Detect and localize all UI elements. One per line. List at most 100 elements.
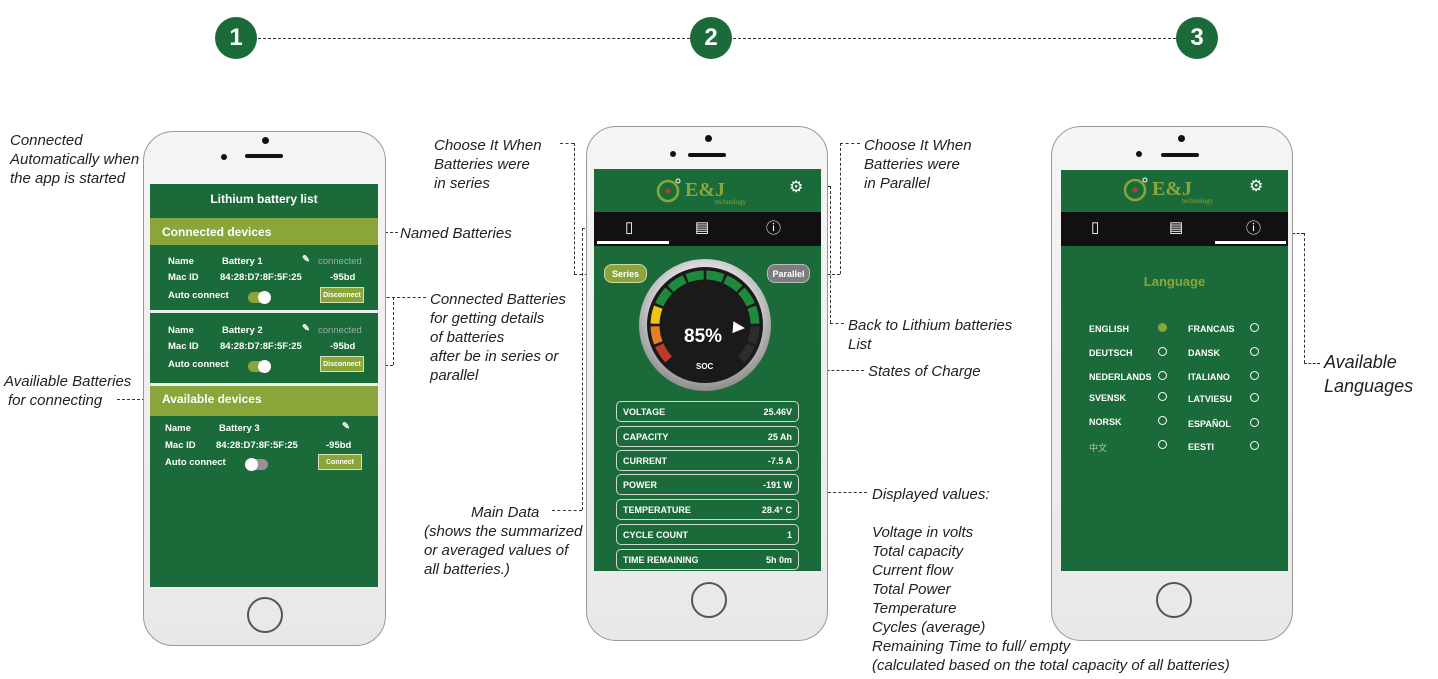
mac-address: 84:28:D7:8F:5F:25 [216, 440, 298, 451]
battery-list-title: Lithium battery list [210, 192, 318, 206]
note-line: parallel [430, 367, 479, 384]
disconnect-button[interactable]: Disconnect [320, 356, 364, 372]
parallel-button[interactable]: Parallel [767, 264, 810, 283]
language-option-dansk[interactable]: DANSK [1188, 348, 1220, 358]
leader-connected-b [393, 297, 394, 365]
tab-info-icon[interactable]: ⓘ [766, 217, 781, 238]
edit-name-icon[interactable]: ✎ [302, 254, 310, 265]
language-radio[interactable] [1250, 393, 1259, 402]
language-option-deutsch[interactable]: DEUTSCH [1089, 348, 1133, 358]
language-option-svensk[interactable]: SVENSK [1089, 393, 1126, 403]
edit-name-icon[interactable]: ✎ [342, 421, 350, 432]
mac-label: Mac ID [168, 341, 199, 352]
note-named-batteries: Named Batteries [400, 225, 512, 242]
gauge-segment [650, 326, 663, 345]
language-radio[interactable] [1250, 347, 1259, 356]
metric-label: TEMPERATURE [623, 505, 691, 515]
proximity-dot [670, 151, 676, 157]
note-connected-batteries: Connected Batteries for getting details … [430, 290, 566, 385]
home-button[interactable] [1156, 582, 1192, 618]
mac-address: 84:28:D7:8F:5F:25 [220, 272, 302, 283]
language-radio[interactable] [1158, 323, 1167, 332]
note-line: (shows the summarized [424, 523, 583, 540]
auto-connect-toggle[interactable] [245, 458, 268, 471]
tab-battery-icon[interactable]: ▯ [1091, 218, 1099, 236]
language-option-francais[interactable]: FRANCAIS [1188, 324, 1235, 334]
language-radio[interactable] [1250, 371, 1259, 380]
language-option-espanol[interactable]: ESPAÑOL [1188, 419, 1231, 429]
step-1-badge: 1 [215, 17, 257, 59]
soc-gauge [639, 259, 771, 391]
language-radio[interactable] [1158, 392, 1167, 401]
language-radio[interactable] [1250, 441, 1259, 450]
leader-main-a [552, 510, 582, 511]
connection-status: connected [318, 325, 362, 336]
note-line: Back to Lithium batteries [848, 317, 1013, 334]
note-line: Available [1324, 352, 1397, 372]
available-devices-header: Available devices [150, 386, 378, 416]
tab-info-icon[interactable]: ⓘ [1246, 217, 1261, 238]
toggle-knob [245, 458, 258, 471]
language-radio[interactable] [1250, 323, 1259, 332]
language-radio[interactable] [1158, 347, 1167, 356]
language-option-italiano[interactable]: ITALIANO [1188, 372, 1230, 382]
toggle-knob [258, 291, 271, 304]
leader-series-b [574, 143, 575, 274]
language-option-latviesu[interactable]: LATVIESU [1188, 394, 1232, 404]
home-button[interactable] [247, 597, 283, 633]
note-available-languages: Available Languages [1324, 350, 1413, 398]
leader-parallel-a [840, 143, 860, 144]
gauge-segment [706, 270, 725, 283]
device-name: Battery 1 [222, 256, 263, 267]
front-camera [1178, 135, 1185, 142]
tab-list-icon[interactable]: ▤ [695, 218, 709, 236]
tab-battery-icon[interactable]: ▯ [625, 218, 633, 236]
auto-connect-toggle[interactable] [248, 291, 271, 304]
language-option-chinese[interactable]: 中文 [1089, 441, 1107, 454]
speaker-grille [245, 154, 283, 158]
speaker-grille [1161, 153, 1199, 157]
language-option-english[interactable]: ENGLISH [1089, 324, 1129, 334]
active-tab-indicator [597, 241, 669, 244]
leader-languages-b [1304, 233, 1305, 363]
home-button[interactable] [691, 582, 727, 618]
settings-gear-icon[interactable]: ⚙ [789, 177, 803, 197]
note-available-batteries: Availiable Batteries for connecting [4, 372, 131, 410]
front-camera [705, 135, 712, 142]
auto-connect-toggle[interactable] [248, 360, 271, 373]
device-name: Battery 3 [219, 423, 260, 434]
name-label: Name [168, 325, 194, 336]
note-line: Choose It When [864, 137, 972, 154]
note-line: after be in series or [430, 348, 559, 365]
language-option-norsk[interactable]: NORSK [1089, 417, 1122, 427]
language-radio[interactable] [1158, 440, 1167, 449]
device-name: Battery 2 [222, 325, 263, 336]
note-line: of batteries [430, 329, 505, 346]
settings-gear-icon[interactable]: ⚙ [1249, 176, 1263, 196]
step-2-badge: 2 [690, 17, 732, 59]
note-line: or averaged values of [424, 542, 569, 559]
language-radio[interactable] [1250, 418, 1259, 427]
edit-name-icon[interactable]: ✎ [302, 323, 310, 334]
leader-back-b [830, 186, 831, 323]
tab-list-icon[interactable]: ▤ [1169, 218, 1183, 236]
signal-strength: -95bd [326, 440, 352, 451]
language-option-eesti[interactable]: EESTI [1188, 442, 1214, 452]
gauge-segment [685, 270, 704, 283]
note-line: Choose It When [434, 137, 542, 154]
auto-connect-label: Auto connect [168, 290, 229, 301]
language-option-nederlands[interactable]: NEDERLANDS [1089, 372, 1152, 382]
connect-button[interactable]: Connect [318, 454, 362, 470]
note-states-of-charge: States of Charge [868, 363, 981, 380]
gauge-segment [650, 305, 663, 324]
mac-address: 84:28:D7:8F:5F:25 [220, 341, 302, 352]
language-radio[interactable] [1158, 416, 1167, 425]
metric-value: -191 W [762, 480, 792, 490]
note-line: Automatically when [10, 151, 140, 168]
metric-label: CURRENT [623, 456, 667, 466]
gauge-segment [747, 326, 760, 345]
metric-value: 28.4° C [761, 505, 792, 515]
metric-label: CYCLE COUNT [623, 530, 688, 540]
language-radio[interactable] [1158, 371, 1167, 380]
disconnect-button[interactable]: Disconnect [320, 287, 364, 303]
